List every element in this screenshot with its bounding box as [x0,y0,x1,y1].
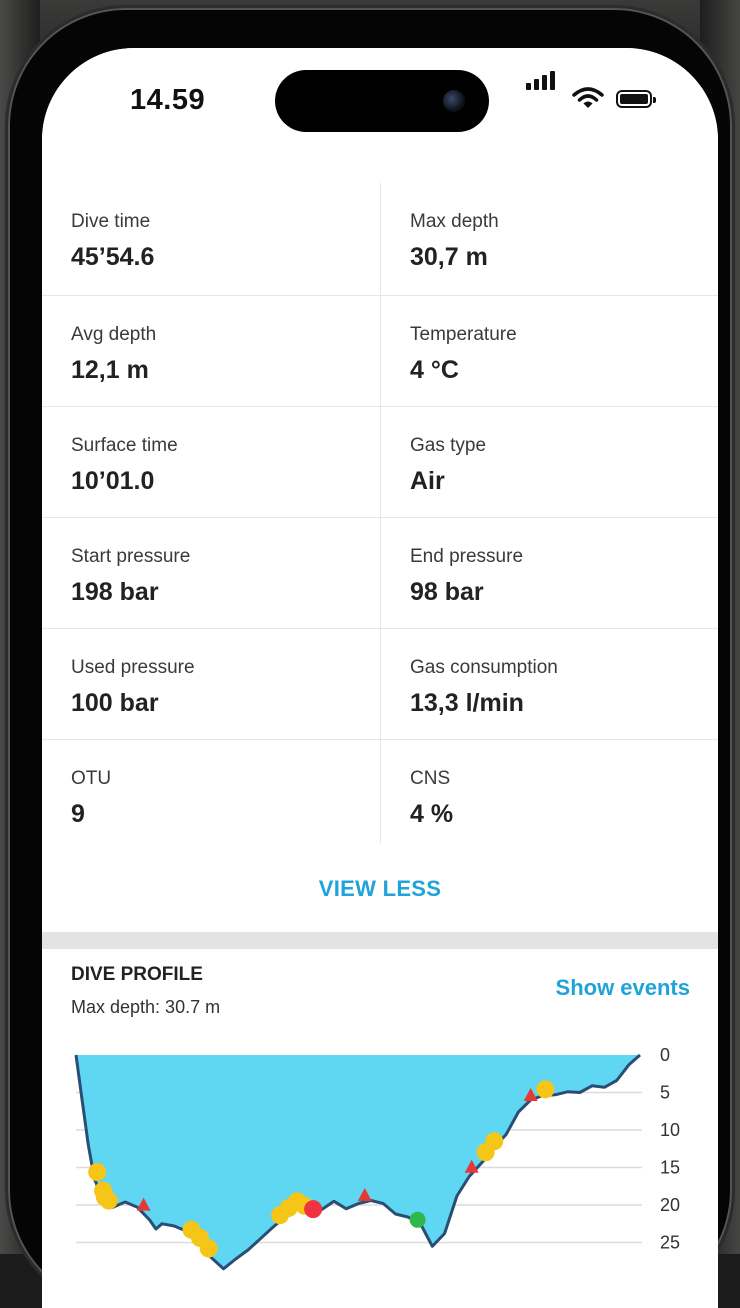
stats-row: Dive time 45’54.6 Max depth 30,7 m [42,183,718,296]
y-tick-label: 25 [660,1233,680,1253]
view-less-row: VIEW LESS [42,844,718,932]
section-divider [42,932,718,949]
dynamic-island [275,70,489,132]
y-tick-label: 0 [660,1045,670,1065]
event-dot [88,1163,107,1181]
stat-used-pressure: Used pressure 100 bar [42,629,380,739]
y-tick-label: 10 [660,1120,680,1140]
stat-value: 12,1 m [71,356,149,384]
stat-otu: OTU 9 [42,740,380,850]
battery-icon [616,90,656,108]
stat-gas-consumption: Gas consumption 13,3 l/min [380,629,718,739]
status-bar: 14.59 [42,48,718,183]
dive-stats-grid: Dive time 45’54.6 Max depth 30,7 m Avg d… [42,183,718,851]
stat-start-pressure: Start pressure 198 bar [42,518,380,628]
event-dot [485,1132,504,1151]
stat-avg-depth: Avg depth 12,1 m [42,296,380,406]
stat-value: 4 % [410,800,454,828]
stat-end-pressure: End pressure 98 bar [380,518,718,628]
depth-area [76,1055,640,1269]
stat-value: 10’01.0 [71,467,155,495]
wifi-icon [572,87,604,108]
event-dot [409,1211,426,1228]
stat-value: 30,7 m [410,243,488,271]
stat-label: Gas consumption [410,657,558,678]
stat-value: 45’54.6 [71,243,155,271]
camera-icon [443,90,465,112]
y-tick-label: 5 [660,1083,670,1103]
stat-label: Max depth [410,211,499,232]
stat-value: 198 bar [71,578,159,606]
stat-label: Start pressure [71,546,191,567]
phone-screen: 14.59 Dive time 45’54.6 Max depth 30,7 m… [42,48,718,1308]
stat-label: CNS [410,768,451,789]
stat-label: Used pressure [71,657,195,678]
stat-label: Gas type [410,435,487,456]
stat-label: Avg depth [71,324,157,345]
dive-profile-title: DIVE PROFILE [71,964,203,985]
stats-row: Surface time 10’01.0 Gas type Air [42,407,718,518]
event-dot [99,1191,118,1210]
stats-row: Start pressure 198 bar End pressure 98 b… [42,518,718,629]
stat-label: OTU [71,768,112,789]
stat-gas-type: Gas type Air [380,407,718,517]
dive-profile-chart: 0 5 10 15 20 25 [74,1045,680,1271]
stat-value: 4 °C [410,356,459,384]
stats-row: Avg depth 12,1 m Temperature 4 °C [42,296,718,407]
status-time: 14.59 [130,84,206,116]
view-less-button[interactable]: VIEW LESS [319,876,442,902]
stat-label: Surface time [71,435,178,456]
stat-value: 13,3 l/min [410,689,524,717]
y-axis-ticks: 0 5 10 15 20 25 [660,1045,680,1253]
stat-label: Temperature [410,324,517,345]
stats-row: Used pressure 100 bar Gas consumption 13… [42,629,718,740]
y-tick-label: 15 [660,1158,680,1178]
stat-label: End pressure [410,546,524,567]
y-tick-label: 20 [660,1195,680,1215]
stat-max-depth: Max depth 30,7 m [380,183,718,295]
stat-temperature: Temperature 4 °C [380,296,718,406]
phone-frame: 14.59 Dive time 45’54.6 Max depth 30,7 m… [8,8,732,1308]
stat-value: 100 bar [71,689,159,717]
event-dot [536,1080,555,1099]
event-dot [199,1239,218,1258]
stat-cns: CNS 4 % [380,740,718,850]
stat-surface-time: Surface time 10’01.0 [42,407,380,517]
dive-profile-section: DIVE PROFILE Show events Max depth: 30.7… [42,949,718,1308]
stat-dive-time: Dive time 45’54.6 [42,183,380,295]
event-dot [304,1200,323,1219]
stat-value: 98 bar [410,578,484,606]
stat-value: Air [410,467,445,495]
max-depth-caption: Max depth: 30.7 m [71,997,221,1017]
stats-row: OTU 9 CNS 4 % [42,740,718,851]
show-events-button[interactable]: Show events [556,975,690,1001]
stat-value: 9 [71,800,85,828]
stat-label: Dive time [71,211,151,232]
